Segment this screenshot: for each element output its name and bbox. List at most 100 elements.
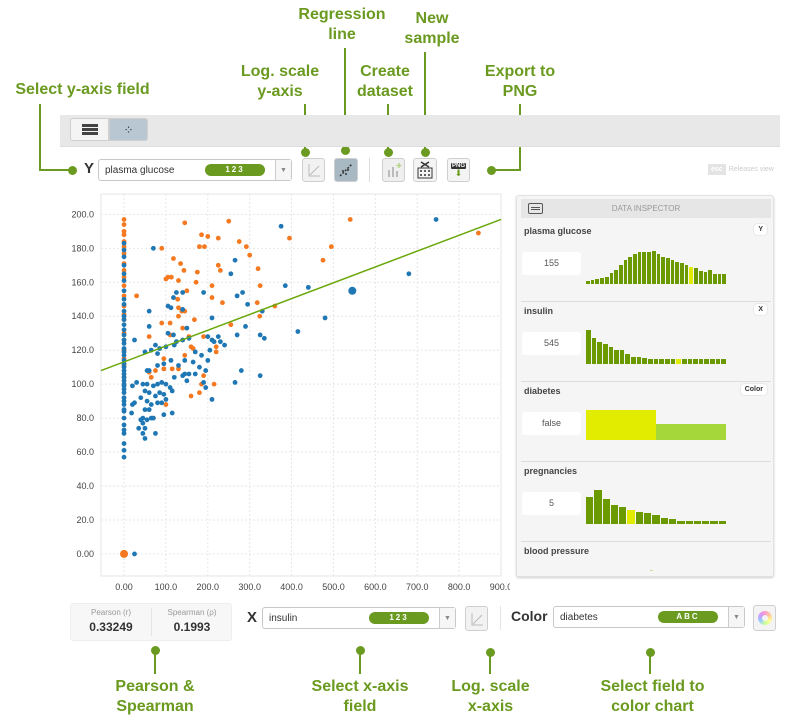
chevron-down-icon[interactable]: ▼: [728, 607, 744, 627]
data-point-false[interactable]: [234, 332, 240, 338]
data-point-false[interactable]: [121, 395, 127, 401]
data-point-true[interactable]: [211, 381, 217, 387]
field-histogram[interactable]: [586, 410, 726, 440]
data-point-false[interactable]: [142, 425, 148, 431]
data-point-false[interactable]: [132, 400, 137, 406]
histogram-bar[interactable]: [604, 276, 609, 284]
histogram-bar[interactable]: [680, 262, 684, 284]
histogram-bar[interactable]: [712, 273, 717, 284]
histogram-bar[interactable]: [693, 520, 702, 524]
data-point-false[interactable]: [121, 332, 127, 338]
histogram-bar[interactable]: [664, 358, 670, 364]
histogram-bar[interactable]: [635, 512, 644, 524]
data-point-true[interactable]: [209, 283, 215, 289]
histogram-bar[interactable]: [652, 515, 660, 524]
data-point-true[interactable]: [320, 257, 326, 263]
data-point-false[interactable]: [180, 307, 186, 312]
histogram-bar[interactable]: [628, 256, 633, 284]
data-point-false[interactable]: [142, 388, 148, 394]
data-point-false[interactable]: [121, 271, 127, 277]
histogram-bar[interactable]: [717, 273, 722, 284]
data-point-false[interactable]: [182, 357, 188, 363]
data-point-false[interactable]: [173, 290, 179, 295]
histogram-bar[interactable]: [703, 271, 708, 284]
data-point-false[interactable]: [121, 308, 127, 314]
data-point-false[interactable]: [159, 380, 165, 385]
data-point-true[interactable]: [120, 549, 129, 558]
data-point-false[interactable]: [140, 430, 146, 436]
data-point-false[interactable]: [257, 373, 263, 379]
table-view-button[interactable]: [70, 118, 109, 141]
data-point-false[interactable]: [406, 271, 412, 277]
histogram-bar[interactable]: [618, 264, 623, 284]
data-point-false[interactable]: [257, 332, 263, 338]
data-point-true[interactable]: [121, 283, 127, 289]
color-palette-button[interactable]: [753, 605, 776, 631]
data-point-true[interactable]: [182, 352, 188, 358]
data-point-false[interactable]: [121, 327, 127, 333]
histogram-bar[interactable]: [698, 358, 704, 364]
data-point-false[interactable]: [161, 391, 167, 397]
data-point-true[interactable]: [161, 356, 167, 362]
data-point-true[interactable]: [215, 262, 221, 268]
data-point-false[interactable]: [144, 398, 150, 404]
data-point-false[interactable]: [121, 407, 127, 413]
histogram-bar[interactable]: [689, 267, 694, 284]
data-point-false[interactable]: [140, 381, 146, 387]
histogram-bar[interactable]: [610, 505, 619, 524]
data-point-true[interactable]: [201, 373, 207, 379]
data-point-false[interactable]: [153, 393, 158, 399]
releases-view-link[interactable]: esc Releases view: [708, 164, 774, 175]
histogram-bar[interactable]: [642, 358, 648, 364]
data-point-true[interactable]: [197, 390, 202, 396]
histogram-bar[interactable]: [590, 279, 595, 284]
data-point-false[interactable]: [192, 371, 198, 377]
data-point-false[interactable]: [150, 415, 156, 421]
data-point-false[interactable]: [161, 412, 167, 418]
data-point-true[interactable]: [201, 334, 207, 340]
data-point-true[interactable]: [121, 228, 127, 234]
data-point-false[interactable]: [121, 322, 127, 328]
histogram-bar[interactable]: [653, 358, 659, 364]
data-point-false[interactable]: [150, 383, 156, 389]
data-point-false[interactable]: [121, 447, 127, 453]
data-point-false[interactable]: [146, 324, 152, 329]
data-point-false[interactable]: [171, 295, 176, 300]
data-point-false[interactable]: [121, 247, 127, 253]
data-point-false[interactable]: [132, 551, 137, 557]
histogram-bar[interactable]: [631, 357, 636, 364]
data-point-false[interactable]: [168, 357, 174, 363]
histogram-bar[interactable]: [614, 350, 619, 364]
histogram-bar[interactable]: [633, 254, 637, 284]
data-point-false[interactable]: [121, 454, 127, 460]
data-point-false[interactable]: [305, 284, 311, 290]
data-point-true[interactable]: [347, 217, 353, 222]
data-point-true[interactable]: [197, 244, 202, 250]
data-point-false[interactable]: [171, 332, 176, 338]
scatterplot-view-button[interactable]: ⁘: [109, 118, 148, 141]
data-point-true[interactable]: [257, 283, 263, 289]
data-point-false[interactable]: [157, 390, 163, 396]
data-point-false[interactable]: [159, 400, 165, 406]
histogram-bar[interactable]: [681, 358, 687, 364]
data-point-false[interactable]: [129, 410, 134, 416]
data-point-false[interactable]: [165, 330, 171, 336]
data-point-false[interactable]: [176, 363, 181, 368]
histogram-bar[interactable]: [661, 256, 665, 284]
data-point-false[interactable]: [130, 383, 135, 389]
data-point-false[interactable]: [121, 278, 127, 283]
data-point-true[interactable]: [159, 245, 165, 251]
inspector-field-insulin[interactable]: insulin X 545: [521, 302, 771, 382]
histogram-bar[interactable]: [608, 347, 614, 364]
data-point-false[interactable]: [153, 342, 158, 348]
histogram-bar[interactable]: [647, 252, 651, 284]
histogram-bar[interactable]: [677, 520, 685, 524]
data-point-false[interactable]: [144, 368, 150, 373]
data-point-false[interactable]: [140, 420, 146, 426]
data-point-true[interactable]: [181, 268, 187, 273]
histogram-bar[interactable]: [609, 273, 614, 284]
data-point-true[interactable]: [169, 366, 175, 372]
data-point-false[interactable]: [240, 290, 245, 295]
chevron-down-icon[interactable]: ▼: [275, 160, 291, 180]
histogram-bar[interactable]: [602, 344, 608, 364]
